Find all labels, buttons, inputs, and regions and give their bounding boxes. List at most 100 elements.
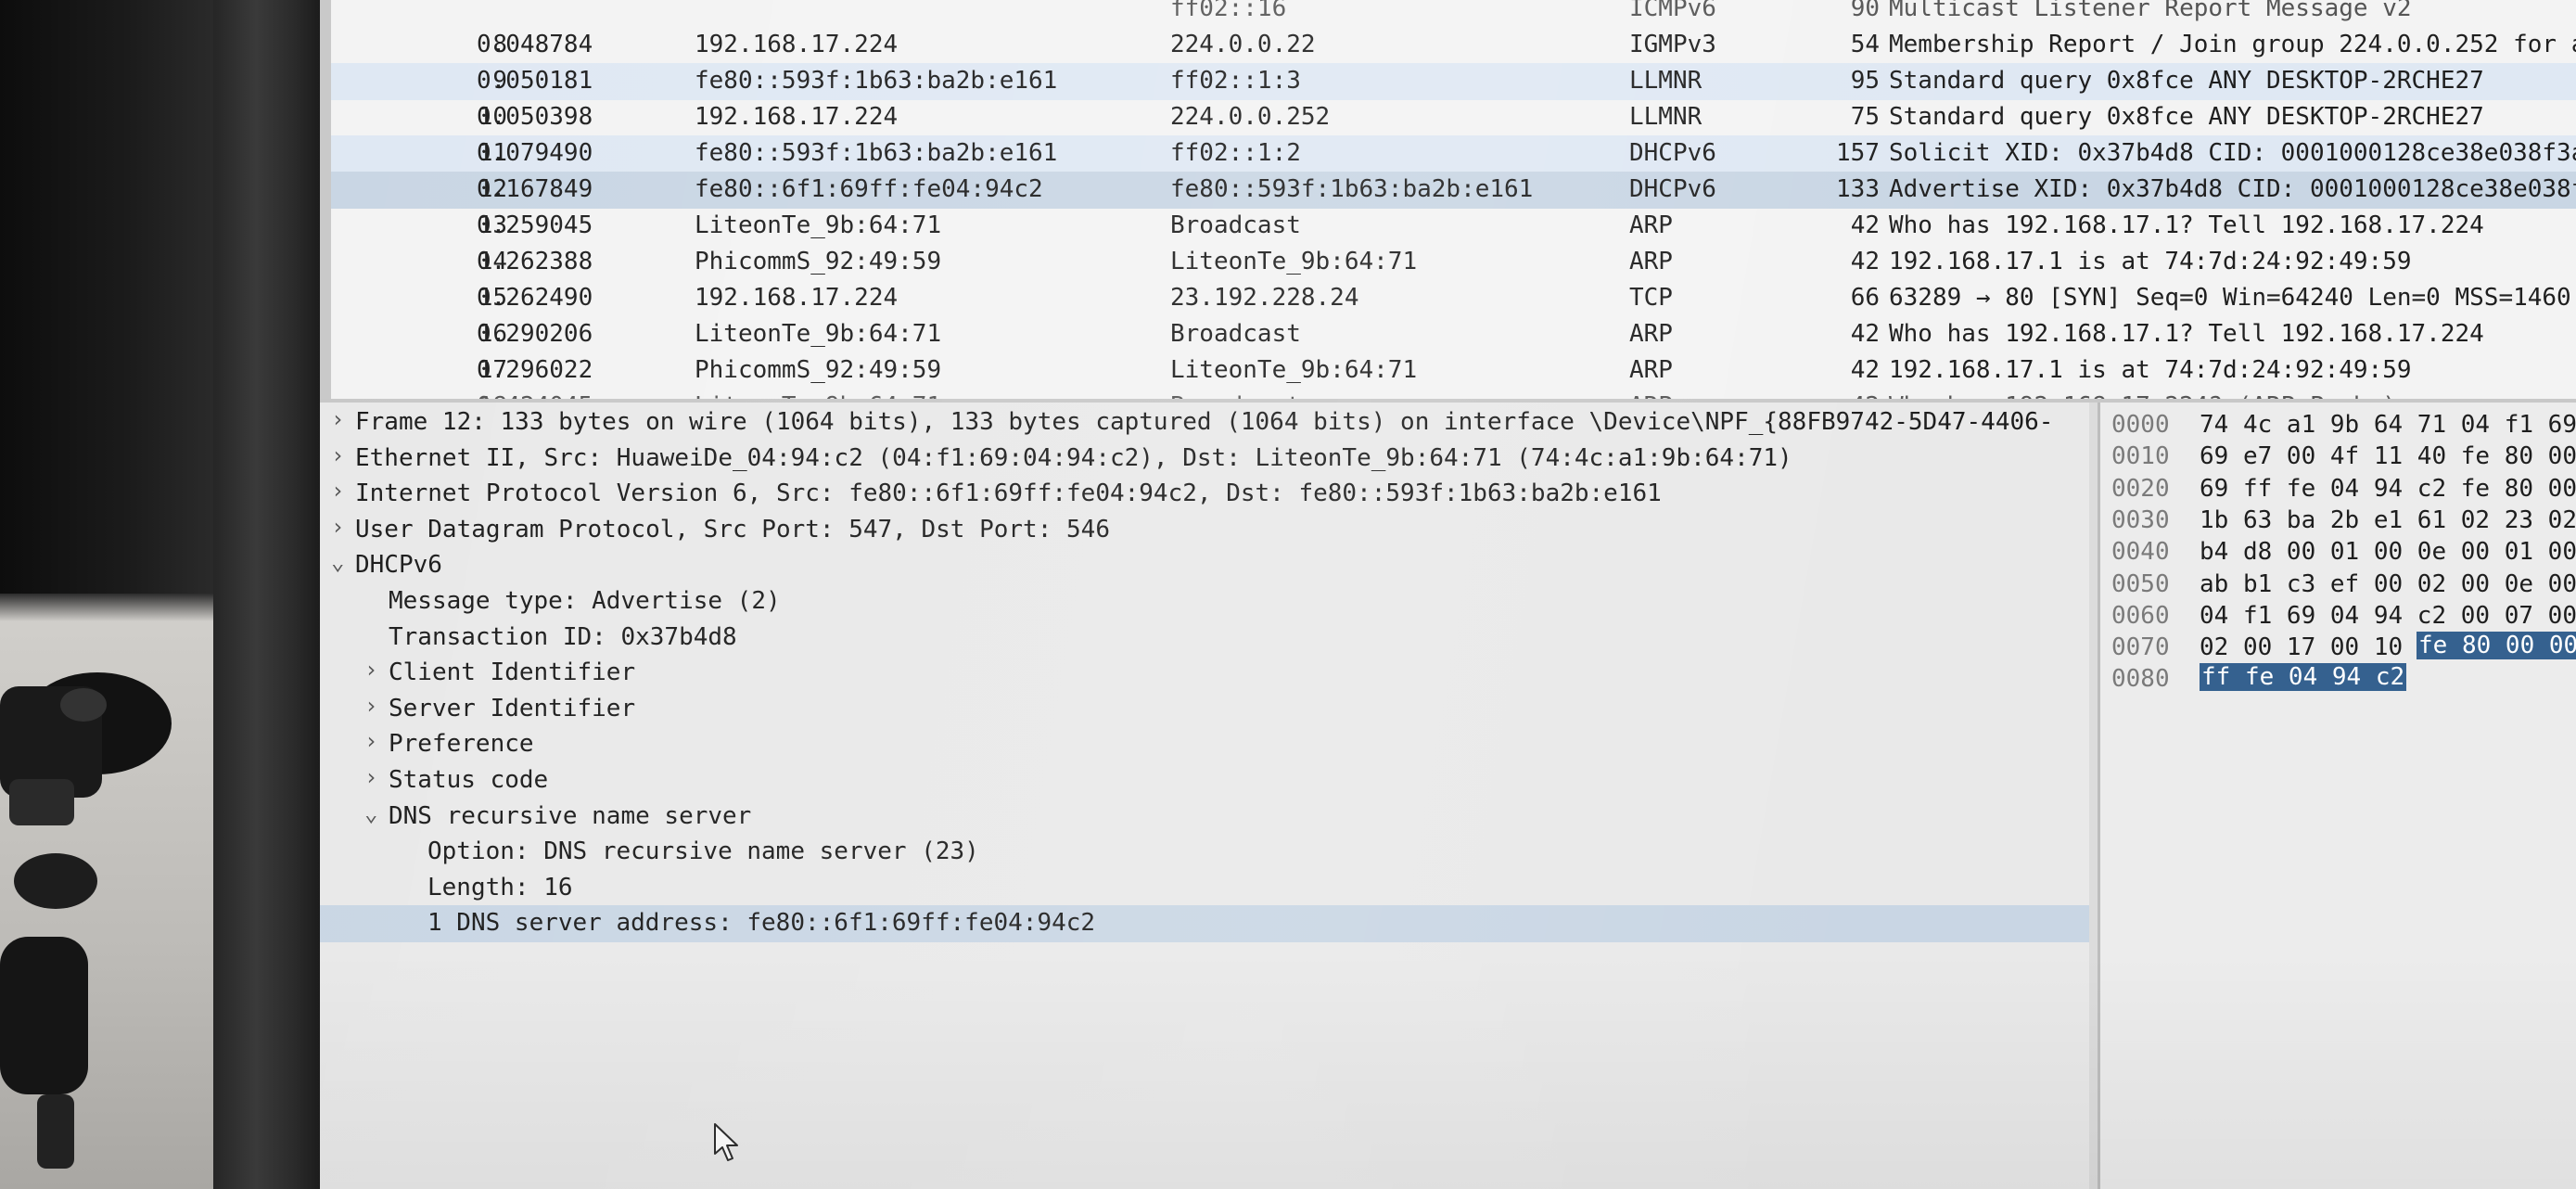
chevron-right-icon[interactable]: › bbox=[364, 657, 377, 683]
packet-time-cell: 0.262388 bbox=[477, 248, 593, 275]
detail-tree-item[interactable]: ⌄ DNS recursive name server bbox=[320, 799, 2089, 836]
detail-tree-item[interactable]: › Client Identifier bbox=[320, 655, 2089, 692]
hex-row[interactable]: 0000 74 4c a1 9b 64 71 04 f1 69 bbox=[2100, 408, 2576, 441]
packet-list-gutter bbox=[320, 0, 331, 399]
hex-row[interactable]: 0070 02 00 17 00 10 fe 80 00 00 bbox=[2100, 631, 2576, 664]
packet-protocol-cell: LLMNR bbox=[1629, 67, 1702, 95]
chevron-right-icon[interactable]: › bbox=[331, 406, 344, 432]
chevron-right-icon[interactable]: › bbox=[331, 442, 344, 468]
packet-length-cell: 42 bbox=[1850, 248, 1880, 275]
packet-row-selected[interactable]: 12 0.167849 fe80::6f1:69ff:fe04:94c2 fe80::… bbox=[331, 172, 2576, 209]
packet-destination-cell: 224.0.0.22 bbox=[1170, 31, 1316, 58]
packet-destination-cell: ff02::1:2 bbox=[1170, 139, 1301, 167]
detail-tree-item[interactable]: Option: DNS recursive name server (23) bbox=[320, 834, 2089, 871]
detail-tree-item[interactable]: › Status code bbox=[320, 762, 2089, 799]
hex-row[interactable]: 0020 69 ff fe 04 94 c2 fe 80 00 bbox=[2100, 472, 2576, 505]
detail-tree-item[interactable]: › Internet Protocol Version 6, Src: fe80:… bbox=[320, 476, 2089, 513]
packet-protocol-cell: ARP bbox=[1629, 356, 1673, 384]
detail-tree-label: Transaction ID: 0x37b4d8 bbox=[389, 622, 737, 651]
hex-bytes: b4 d8 00 01 00 0e 00 01 00 bbox=[2200, 538, 2576, 567]
packet-length-cell: 66 bbox=[1850, 284, 1880, 312]
detail-tree-item[interactable]: Transaction ID: 0x37b4d8 bbox=[320, 620, 2089, 657]
packet-row[interactable]: 14 0.262388 PhicommS_92:49:59 LiteonTe_9b:6… bbox=[331, 244, 2576, 281]
chevron-right-icon[interactable]: › bbox=[364, 728, 377, 754]
chevron-down-icon[interactable]: ⌄ bbox=[364, 800, 377, 826]
packet-source-cell: 192.168.17.224 bbox=[695, 103, 899, 131]
packet-destination-cell: LiteonTe_9b:64:71 bbox=[1170, 248, 1418, 275]
packet-length-cell: 75 bbox=[1850, 103, 1880, 131]
detail-tree-label: DNS recursive name server bbox=[389, 801, 752, 830]
packet-protocol-cell: DHCPv6 bbox=[1629, 139, 1716, 167]
packet-info-cell: Standard query 0x8fce ANY DESKTOP-2RCHE2… bbox=[1889, 103, 2484, 131]
packet-info-cell: 63289 → 80 [SYN] Seq=0 Win=64240 Len=0 M… bbox=[1889, 284, 2576, 312]
hex-row[interactable]: 0060 04 f1 69 04 94 c2 00 07 00 bbox=[2100, 599, 2576, 633]
hex-row[interactable]: 0080 ff fe 04 94 c2 bbox=[2100, 662, 2576, 696]
packet-row[interactable]: 8 0.048784 192.168.17.224 224.0.0.22 IGMPv3 5… bbox=[331, 27, 2576, 64]
hex-row[interactable]: 0030 1b 63 ba 2b e1 61 02 23 02 bbox=[2100, 504, 2576, 537]
packet-length-cell: 54 bbox=[1850, 31, 1880, 58]
chevron-down-icon[interactable]: ⌄ bbox=[331, 549, 344, 575]
monitor-bezel bbox=[213, 0, 320, 1189]
hex-bytes-highlighted: fe 80 00 00 bbox=[2417, 632, 2576, 660]
hex-offset: 0080 bbox=[2111, 665, 2170, 694]
packet-row[interactable]: ff02::16 ICMPv6 90 Multicast Listener Repor… bbox=[331, 0, 2576, 28]
packet-source-cell: PhicommS_92:49:59 bbox=[695, 248, 942, 275]
packet-protocol-cell: LLMNR bbox=[1629, 103, 1702, 131]
detail-tree-item[interactable]: 1 DNS server address: fe80::6f1:69ff:fe0… bbox=[320, 905, 2089, 943]
packet-time-cell: 0.050398 bbox=[477, 103, 593, 131]
mouse-cursor-icon bbox=[714, 1123, 738, 1161]
keys-object bbox=[0, 672, 172, 1169]
chevron-right-icon[interactable]: › bbox=[331, 478, 344, 504]
detail-tree-item[interactable]: › User Datagram Protocol, Src Port: 547, … bbox=[320, 512, 2089, 549]
detail-tree-item[interactable]: Length: 16 bbox=[320, 870, 2089, 907]
packet-list-pane[interactable]: ff02::16 ICMPv6 90 Multicast Listener Repor… bbox=[320, 0, 2576, 403]
packet-source-cell: 192.168.17.224 bbox=[695, 31, 899, 58]
packet-row[interactable]: 9 0.050181 fe80::593f:1b63:ba2b:e161 ff02::… bbox=[331, 63, 2576, 100]
hex-row[interactable]: 0050 ab b1 c3 ef 00 02 00 0e 00 bbox=[2100, 568, 2576, 601]
packet-row[interactable]: 17 0.296022 PhicommS_92:49:59 LiteonTe_9b:6… bbox=[331, 352, 2576, 390]
detail-tree-label: Ethernet II, Src: HuaweiDe_04:94:c2 (04:… bbox=[355, 443, 1792, 472]
packet-source-cell: LiteonTe_9b:64:71 bbox=[695, 211, 942, 239]
packet-protocol-cell: ARP bbox=[1629, 392, 1673, 399]
packet-row[interactable]: 16 0.290206 LiteonTe_9b:64:71 Broadcast ARP 4… bbox=[331, 316, 2576, 353]
packet-details-pane[interactable]: › Frame 12: 133 bytes on wire (1064 bits)… bbox=[320, 403, 2089, 1189]
wireshark-window: ff02::16 ICMPv6 90 Multicast Listener Repor… bbox=[320, 0, 2576, 1189]
packet-length-cell: 90 bbox=[1850, 0, 1880, 22]
hex-offset: 0050 bbox=[2111, 569, 2170, 598]
hex-offset: 0000 bbox=[2111, 411, 2170, 439]
detail-tree-item[interactable]: Message type: Advertise (2) bbox=[320, 583, 2089, 620]
packet-length-cell: 157 bbox=[1836, 139, 1880, 167]
packet-row[interactable]: 15 0.262490 192.168.17.224 23.192.228.24 TCP… bbox=[331, 280, 2576, 317]
chevron-right-icon[interactable]: › bbox=[364, 764, 377, 790]
packet-info-cell: Solicit XID: 0x37b4d8 CID: 0001000128ce3… bbox=[1889, 139, 2576, 167]
hex-row[interactable]: 0010 69 e7 00 4f 11 40 fe 80 00 bbox=[2100, 440, 2576, 473]
packet-row[interactable]: 11 0.079490 fe80::593f:1b63:ba2b:e161 ff02:… bbox=[331, 135, 2576, 173]
packet-length-cell: 42 bbox=[1850, 211, 1880, 239]
packet-time-cell: 0.296022 bbox=[477, 356, 593, 384]
detail-tree-item[interactable]: › Frame 12: 133 bytes on wire (1064 bits)… bbox=[320, 404, 2089, 441]
packet-time-cell: 0.079490 bbox=[477, 139, 593, 167]
packet-bytes-pane[interactable]: 0000 74 4c a1 9b 64 71 04 f1 69 0010 69 e7 … bbox=[2098, 403, 2576, 1189]
detail-tree-item[interactable]: › Ethernet II, Src: HuaweiDe_04:94:c2 (04… bbox=[320, 441, 2089, 478]
detail-tree-label: DHCPv6 bbox=[355, 551, 442, 580]
detail-tree-label: Server Identifier bbox=[389, 694, 636, 722]
hex-offset: 0070 bbox=[2111, 633, 2170, 662]
packet-time-cell: 0.259045 bbox=[477, 211, 593, 239]
detail-tree-item[interactable]: › Server Identifier bbox=[320, 691, 2089, 728]
chevron-right-icon[interactable]: › bbox=[331, 514, 344, 540]
hex-row[interactable]: 0040 b4 d8 00 01 00 0e 00 01 00 bbox=[2100, 535, 2576, 569]
hex-offset: 0040 bbox=[2111, 538, 2170, 567]
chevron-right-icon[interactable]: › bbox=[364, 693, 377, 719]
packet-protocol-cell: DHCPv6 bbox=[1629, 175, 1716, 203]
detail-tree-item[interactable]: › Preference bbox=[320, 726, 2089, 763]
packet-row[interactable]: 180.424045LiteonTe_9b:64:71BroadcastARP4… bbox=[331, 389, 2576, 399]
detail-tree-label: Status code bbox=[389, 766, 549, 794]
packet-info-cell: Multicast Listener Report Message v2 bbox=[1889, 0, 2412, 22]
packet-row[interactable]: 13 0.259045 LiteonTe_9b:64:71 Broadcast ARP 4… bbox=[331, 208, 2576, 245]
hex-bytes: 02 00 17 00 10 bbox=[2200, 633, 2404, 662]
detail-tree-label: User Datagram Protocol, Src Port: 547, D… bbox=[355, 515, 1110, 543]
packet-info-cell: Advertise XID: 0x37b4d8 CID: 0001000128c… bbox=[1889, 175, 2576, 203]
hex-offset: 0060 bbox=[2111, 601, 2170, 630]
detail-tree-item[interactable]: ⌄ DHCPv6 bbox=[320, 547, 2089, 584]
packet-row[interactable]: 10 0.050398 192.168.17.224 224.0.0.252 LLMNR… bbox=[331, 99, 2576, 136]
